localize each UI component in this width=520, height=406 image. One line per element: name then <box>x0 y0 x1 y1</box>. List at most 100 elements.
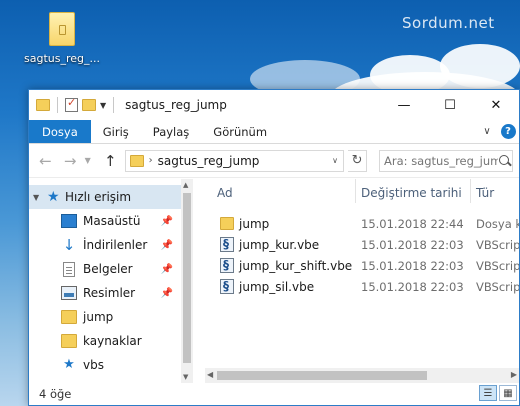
nav-item-indirilenler[interactable]: ↓ İndirilenler 📌 <box>29 233 193 257</box>
address-dropdown-icon[interactable]: ∨ <box>327 156 343 165</box>
new-folder-icon[interactable] <box>82 99 96 111</box>
recent-locations-icon[interactable]: ▼ <box>85 156 96 165</box>
nav-item-label: jump <box>83 310 114 324</box>
maximize-button[interactable]: ☐ <box>427 90 473 120</box>
tab-paylas[interactable]: Paylaş <box>141 120 202 143</box>
desktop-zip-folder-icon[interactable]: sagtus_reg_... <box>22 8 102 65</box>
item-count: 4 öğe <box>39 387 72 401</box>
file-name: jump_kur.vbe <box>239 237 320 252</box>
nav-item-masaustu[interactable]: Masaüstü 📌 <box>29 209 193 233</box>
file-row[interactable]: jump_sil.vbe 15.01.2018 22:03 VBScript <box>193 276 519 297</box>
breadcrumb-chevron-icon[interactable]: › <box>149 155 153 166</box>
properties-icon[interactable] <box>65 96 78 112</box>
expand-ribbon-icon[interactable]: ∨ <box>477 120 497 143</box>
quick-access-toolbar: ▼ <box>29 96 117 113</box>
nav-item-vbs[interactable]: ★ vbs <box>29 353 193 377</box>
pictures-icon <box>61 286 77 300</box>
search-icon <box>498 154 512 168</box>
folder-icon <box>61 310 77 324</box>
window-folder-icon <box>36 99 50 111</box>
address-folder-icon <box>129 154 144 167</box>
scroll-right-icon[interactable]: ▶ <box>511 370 517 379</box>
tab-gorunum[interactable]: Görünüm <box>201 120 279 143</box>
search-box[interactable] <box>379 149 514 172</box>
file-type: VBScript <box>476 279 519 294</box>
download-icon: ↓ <box>62 236 76 254</box>
vbe-file-icon <box>220 258 234 273</box>
watermark: Sordum.net <box>402 14 495 32</box>
file-type: Dosya kla <box>476 216 519 231</box>
cloud <box>440 44 520 88</box>
nav-item-jump[interactable]: jump <box>29 305 193 329</box>
column-divider[interactable] <box>470 179 471 203</box>
tab-giris[interactable]: Giriş <box>91 120 141 143</box>
file-row[interactable]: jump_kur.vbe 15.01.2018 22:03 VBScript <box>193 234 519 255</box>
large-icons-view-icon[interactable]: ▦ <box>499 385 517 401</box>
close-button[interactable]: ✕ <box>473 90 519 120</box>
breadcrumb-current[interactable]: sagtus_reg_jump <box>158 154 322 168</box>
column-header-date[interactable]: Değiştirme tarihi <box>361 186 462 200</box>
scroll-left-icon[interactable]: ◀ <box>207 370 213 379</box>
tab-dosya[interactable]: Dosya <box>29 120 91 143</box>
file-name: jump_kur_shift.vbe <box>239 258 353 273</box>
nav-item-belgeler[interactable]: Belgeler 📌 <box>29 257 193 281</box>
column-header-type[interactable]: Tür <box>476 186 494 200</box>
file-name: jump_sil.vbe <box>239 279 315 294</box>
ribbon-tabs: Dosya Giriş Paylaş Görünüm ∨ ? <box>29 120 519 144</box>
nav-item-kaynaklar[interactable]: kaynaklar <box>29 329 193 353</box>
nav-item-label: Hızlı erişim <box>65 190 132 204</box>
column-headers: ⌃ Ad Değiştirme tarihi Tür <box>193 179 519 209</box>
address-bar[interactable]: › sagtus_reg_jump ∨ <box>124 149 345 172</box>
explorer-window: ▼ sagtus_reg_jump — ☐ ✕ Dosya Giriş Payl… <box>28 89 520 406</box>
nav-item-label: İndirilenler <box>83 238 148 252</box>
refresh-button[interactable]: ↻ <box>348 149 368 172</box>
column-divider[interactable] <box>355 179 356 203</box>
navigation-pane: ▼ ★ Hızlı erişim Masaüstü 📌 ↓ İndirilenl… <box>29 179 193 383</box>
file-type: VBScript <box>476 258 519 273</box>
pin-icon: 📌 <box>160 287 173 299</box>
file-list-pane: ⌃ Ad Değiştirme tarihi Tür jump 15.01.20… <box>193 179 519 383</box>
window-title: sagtus_reg_jump <box>125 98 227 112</box>
vbe-file-icon <box>220 237 234 252</box>
up-button[interactable]: ↑ <box>100 150 121 172</box>
details-view-icon[interactable]: ☰ <box>479 385 497 401</box>
star-icon: ★ <box>47 189 60 205</box>
nav-item-label: kaynaklar <box>83 334 142 348</box>
horizontal-scrollbar[interactable]: ◀ ▶ <box>205 368 519 383</box>
file-row[interactable]: jump 15.01.2018 22:44 Dosya kla <box>193 213 519 234</box>
scroll-down-icon[interactable]: ▼ <box>183 373 188 381</box>
forward-button[interactable]: → <box>60 150 81 172</box>
file-list: jump 15.01.2018 22:44 Dosya kla jump_kur… <box>193 213 519 297</box>
scrollbar-thumb[interactable] <box>183 193 191 363</box>
customize-toolbar-icon[interactable]: ▼ <box>100 101 106 110</box>
pin-icon: 📌 <box>160 239 173 251</box>
title-bar[interactable]: ▼ sagtus_reg_jump — ☐ ✕ <box>29 90 519 120</box>
column-header-name[interactable]: Ad <box>217 186 233 200</box>
file-date: 15.01.2018 22:03 <box>361 237 464 252</box>
search-input[interactable] <box>384 153 499 168</box>
view-switcher: ☰ ▦ <box>479 385 517 401</box>
file-date: 15.01.2018 22:03 <box>361 258 464 273</box>
nav-item-label: Belgeler <box>83 262 133 276</box>
navigation-scrollbar[interactable]: ▲ ▼ <box>181 179 193 383</box>
nav-item-quick-access[interactable]: ▼ ★ Hızlı erişim <box>29 185 193 209</box>
collapse-caret-icon[interactable]: ▼ <box>33 193 47 202</box>
nav-item-label: vbs <box>83 358 104 372</box>
file-type: VBScript <box>476 237 519 252</box>
scroll-up-icon[interactable]: ▲ <box>183 181 188 189</box>
back-button[interactable]: ← <box>35 150 56 172</box>
minimize-button[interactable]: — <box>381 90 427 120</box>
desktop-icon-label: sagtus_reg_... <box>24 52 100 65</box>
nav-item-resimler[interactable]: Resimler 📌 <box>29 281 193 305</box>
pin-icon: 📌 <box>160 215 173 227</box>
help-button[interactable]: ? <box>497 120 519 143</box>
file-date: 15.01.2018 22:44 <box>361 216 464 231</box>
file-name: jump <box>239 216 270 231</box>
status-bar: 4 öğe ☰ ▦ <box>29 383 519 405</box>
file-row[interactable]: jump_kur_shift.vbe 15.01.2018 22:03 VBSc… <box>193 255 519 276</box>
pin-icon: 📌 <box>160 263 173 275</box>
folder-icon <box>61 334 77 348</box>
nav-item-label: Resimler <box>83 286 136 300</box>
scrollbar-thumb[interactable] <box>217 371 427 380</box>
folder-icon <box>220 217 234 230</box>
